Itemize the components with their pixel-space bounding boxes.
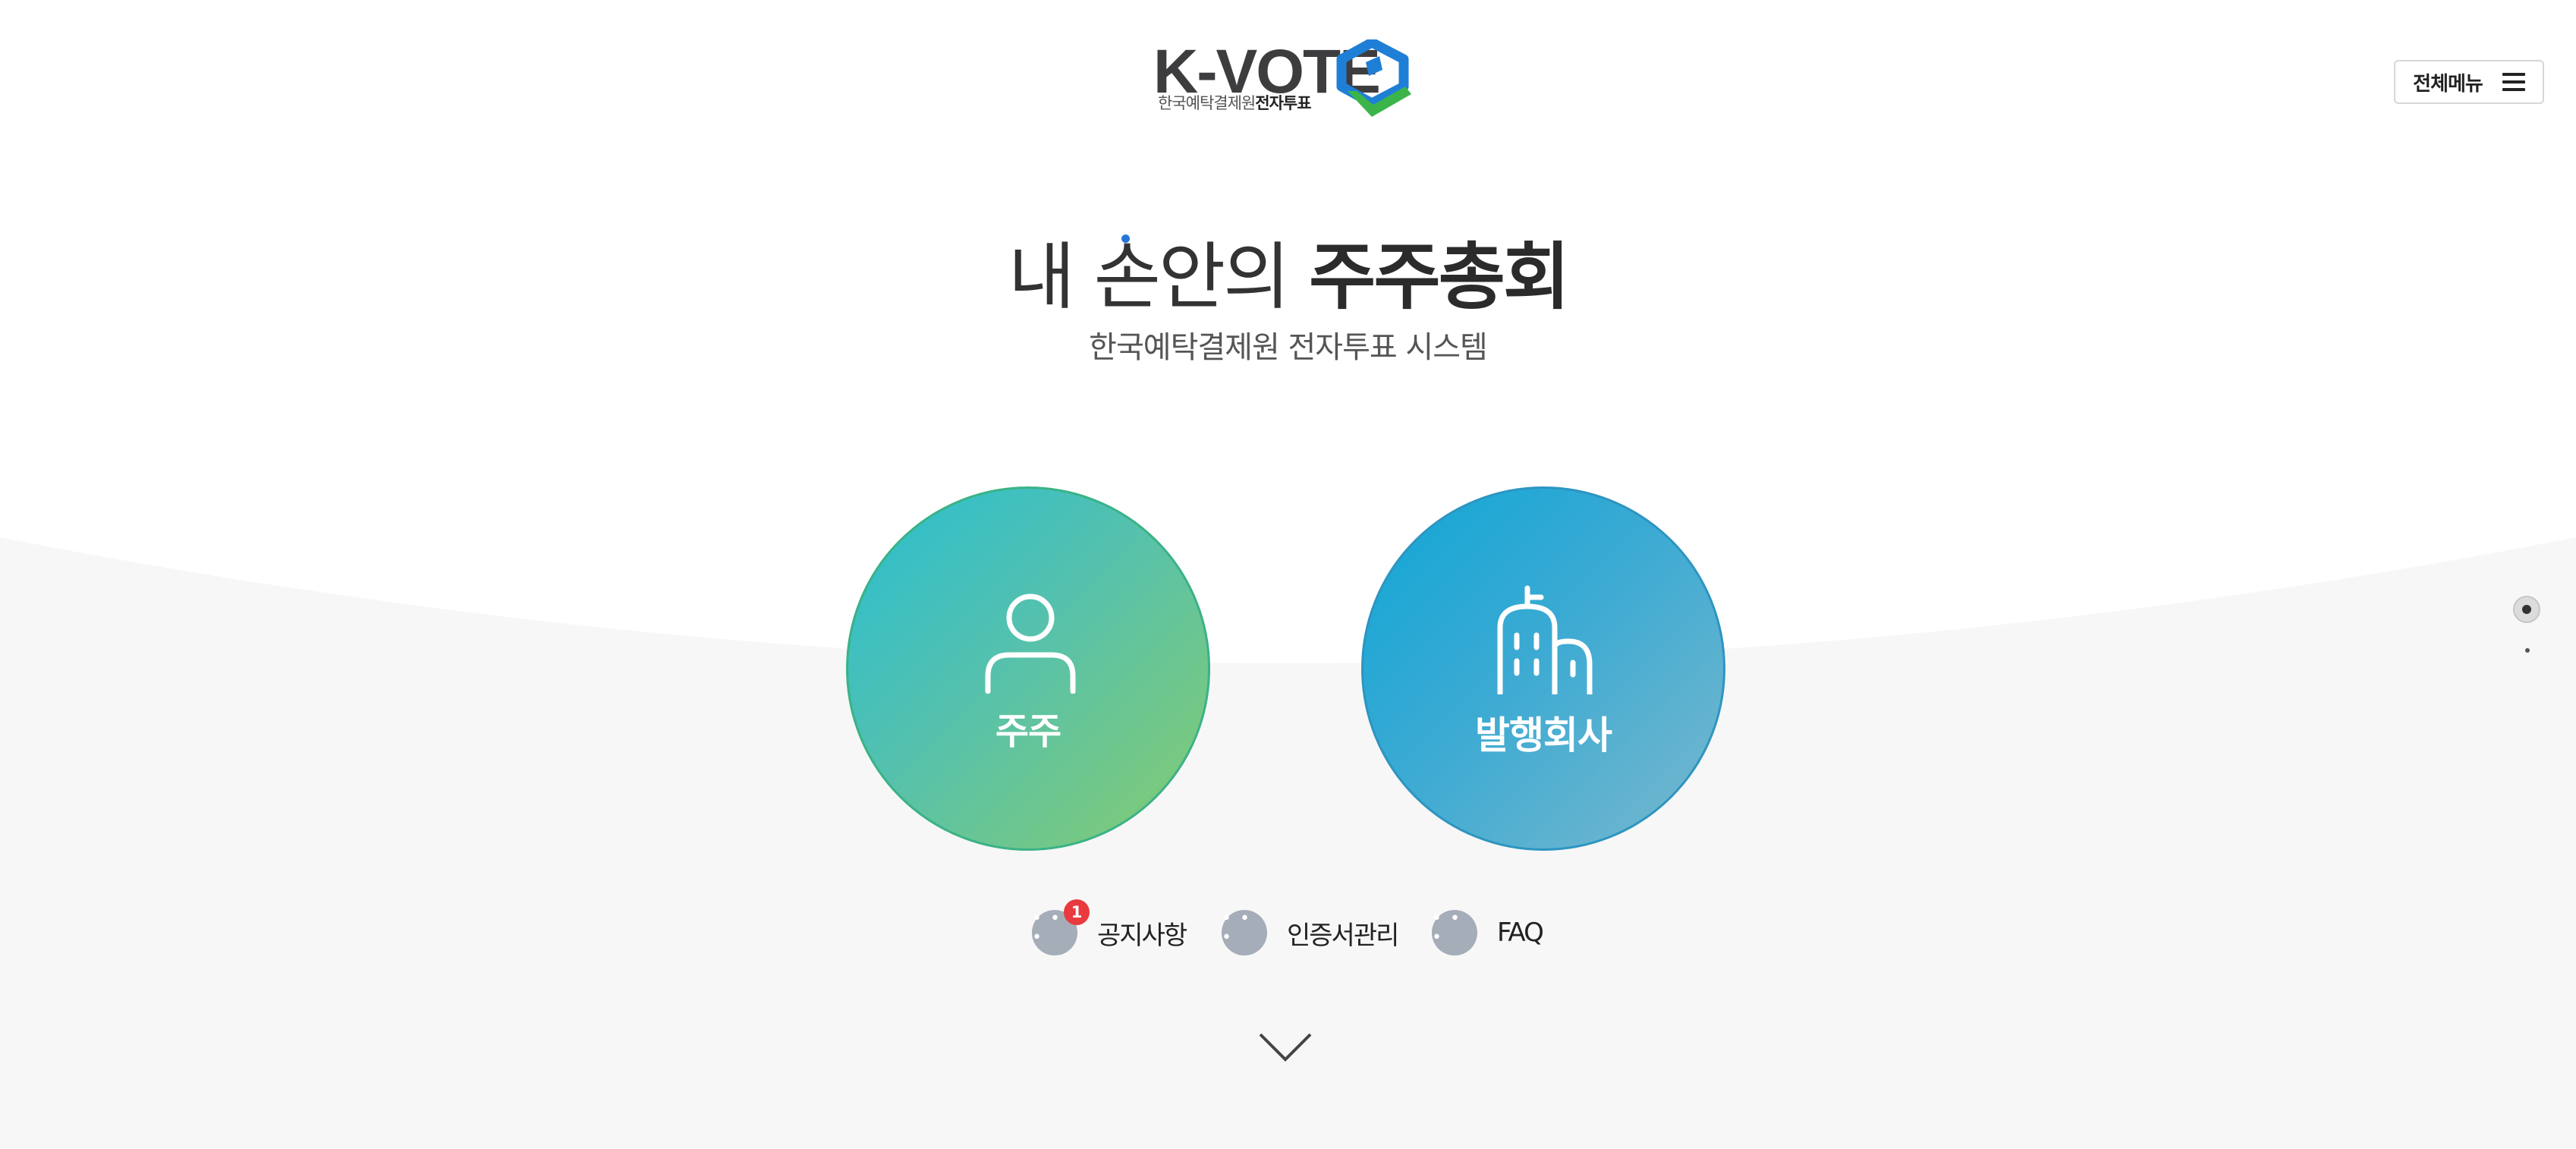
faq-label: FAQ <box>1497 918 1544 948</box>
issuer-label: 발행회사 <box>1475 713 1612 757</box>
notice-count-badge: 1 <box>1064 899 1090 925</box>
more-icon: • • • 1 <box>1032 899 1090 955</box>
hero-title-part1b: 손 <box>1093 235 1161 320</box>
more-icon: • • • <box>1432 909 1477 955</box>
kvote-logo[interactable]: K-VOTE 한국예탁결제원전자투표 <box>1153 39 1419 123</box>
more-icon: • • • <box>1222 909 1267 955</box>
page-dot[interactable] <box>2525 648 2530 653</box>
building-icon <box>1497 585 1593 694</box>
logo-sub-bold: 전자투표 <box>1255 94 1311 112</box>
hero-title: 내 손안의 주주총회 <box>0 228 2576 326</box>
shareholder-label: 주주 <box>995 710 1062 753</box>
person-icon <box>985 593 1076 694</box>
full-menu-button[interactable]: 전체메뉴 <box>2394 60 2544 104</box>
page-dot-active[interactable] <box>2513 596 2540 623</box>
full-menu-label: 전체메뉴 <box>2413 72 2483 96</box>
hero-title-part1c: 안의 <box>1158 235 1310 320</box>
notice-label: 공지사항 <box>1097 920 1187 951</box>
certificate-link[interactable]: • • • 인증서관리 <box>1222 909 1399 956</box>
logo-sub-normal: 한국예탁결제원 <box>1158 94 1256 112</box>
faq-link[interactable]: • • • FAQ <box>1432 909 1544 956</box>
hero-title-bold: 주주총회 <box>1309 235 1570 320</box>
shareholder-button[interactable]: 주주 <box>846 486 1210 851</box>
logo-subtitle: 한국예탁결제원전자투표 <box>1158 91 1312 114</box>
ballot-box-logo-icon <box>1336 39 1411 117</box>
notice-link[interactable]: • • • 1 공지사항 <box>1032 899 1187 956</box>
issuer-button[interactable]: 발행회사 <box>1361 486 1725 851</box>
certificate-label: 인증서관리 <box>1287 920 1399 951</box>
quick-links: • • • 1 공지사항 • • • 인증서관리 • • • FAQ <box>1032 899 1563 959</box>
page-indicator <box>2512 594 2546 655</box>
hero-title-part1a: 내 <box>1008 235 1094 320</box>
scroll-down-chevron-icon[interactable] <box>1258 1032 1313 1064</box>
hero-subtitle: 한국예탁결제원 전자투표 시스템 <box>1089 330 1488 365</box>
hamburger-icon <box>2502 73 2525 91</box>
background-curve <box>0 537 2576 1149</box>
